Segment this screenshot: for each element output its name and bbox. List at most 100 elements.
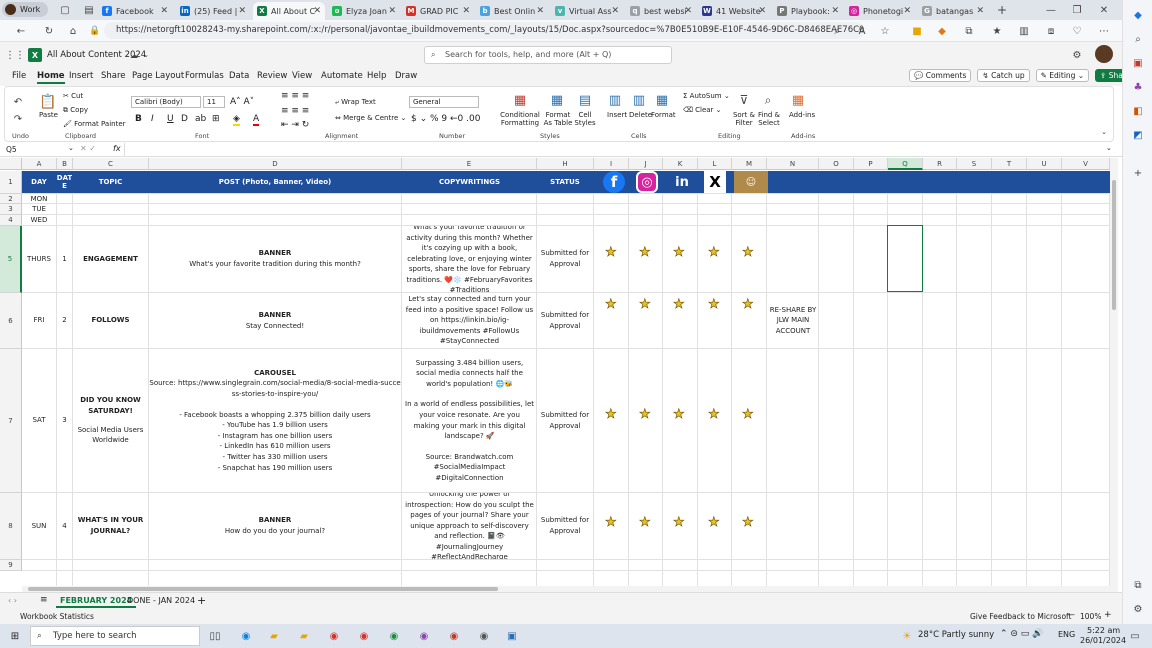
- zoom-out-icon[interactable]: —: [1066, 610, 1075, 620]
- app-launcher-icon[interactable]: ⋮⋮: [5, 48, 25, 62]
- underline-button[interactable]: U: [167, 114, 174, 124]
- title-chevron-icon[interactable]: ⌄: [141, 49, 151, 61]
- italic-button[interactable]: I: [151, 114, 154, 124]
- column-header-N[interactable]: N: [767, 158, 819, 170]
- cell-styles-icon[interactable]: ▤: [575, 91, 595, 109]
- column-header-C[interactable]: C: [73, 158, 149, 170]
- browser-tab-5[interactable]: b Best Onlin ✕: [476, 2, 548, 20]
- split-screen-icon[interactable]: ▥: [1017, 24, 1031, 38]
- zoom-in-icon[interactable]: +: [1104, 610, 1112, 620]
- menu-automate[interactable]: Automate: [321, 71, 363, 81]
- zoom-icon[interactable]: ⌕: [830, 24, 844, 38]
- minimize-icon[interactable]: —: [1044, 3, 1058, 17]
- workbook-statistics[interactable]: Workbook Statistics: [20, 612, 94, 621]
- home-icon[interactable]: ⌂: [66, 24, 80, 38]
- tab-close-icon[interactable]: ✕: [160, 6, 168, 16]
- menu-review[interactable]: Review: [257, 71, 287, 81]
- clear-button[interactable]: ⌫ Clear ⌄: [683, 106, 722, 114]
- favorites-icon[interactable]: ★: [990, 24, 1004, 38]
- tab-close-icon[interactable]: ✕: [388, 6, 396, 16]
- row-header-7[interactable]: 7: [0, 349, 22, 493]
- paste-icon[interactable]: 📋: [39, 92, 57, 112]
- browser-tab-9[interactable]: P Playbook: ✕: [773, 2, 843, 20]
- new-tab-button[interactable]: +: [995, 3, 1009, 17]
- tab-actions-icon[interactable]: ▤: [82, 3, 96, 17]
- number-format-icons[interactable]: $ ⌄ % 9 ←0 .00: [411, 114, 480, 124]
- column-header-U[interactable]: U: [1027, 158, 1062, 170]
- tab-close-icon[interactable]: ✕: [976, 6, 984, 16]
- browser-tab-8[interactable]: W 41 Website ✕: [698, 2, 770, 20]
- formula-expand-icon[interactable]: ⌄: [1106, 144, 1112, 152]
- tab-close-icon[interactable]: ✕: [758, 6, 766, 16]
- format-cells-button[interactable]: Format: [651, 111, 676, 119]
- double-underline-button[interactable]: D: [181, 114, 188, 124]
- browser-tab-10[interactable]: ◎ Phonetogi ✕: [845, 2, 915, 20]
- column-header-V[interactable]: V: [1062, 158, 1110, 170]
- menu-data[interactable]: Data: [229, 71, 249, 81]
- name-box[interactable]: Q5: [6, 145, 66, 154]
- url-field[interactable]: https://netorgft10028243-my.sharepoint.c…: [104, 22, 864, 39]
- clock-date[interactable]: 26/01/2024: [1080, 636, 1126, 645]
- favorite-icon[interactable]: ☆: [878, 24, 892, 38]
- column-header-A[interactable]: A: [22, 158, 57, 170]
- align-top-icon[interactable]: ≡ ≡ ≡: [281, 91, 309, 101]
- column-header-E[interactable]: E: [402, 158, 537, 170]
- conditional-formatting-button[interactable]: Conditional Formatting: [499, 111, 541, 127]
- row-header-6[interactable]: 6: [0, 293, 22, 349]
- row-header-8[interactable]: 8: [0, 493, 22, 560]
- cut-button[interactable]: ✂ Cut: [63, 92, 83, 100]
- ribbon-collapse-icon[interactable]: ⌄: [1099, 127, 1109, 137]
- menu-insert[interactable]: Insert: [69, 71, 93, 81]
- column-header-P[interactable]: P: [854, 158, 888, 170]
- column-header-D[interactable]: D: [149, 158, 402, 170]
- column-header-R[interactable]: R: [923, 158, 957, 170]
- wrap-text-button[interactable]: ⤶ Wrap Text: [335, 98, 376, 107]
- delete-cells-icon[interactable]: ▥: [629, 91, 649, 109]
- chrome-3-icon[interactable]: ◉: [386, 628, 402, 644]
- sort-filter-button[interactable]: Sort & Filter: [731, 111, 757, 127]
- file-explorer-icon[interactable]: ▰: [266, 628, 282, 644]
- redo-icon[interactable]: ↷: [11, 112, 25, 126]
- font-name-select[interactable]: Calibri (Body): [131, 96, 201, 108]
- all-sheets-icon[interactable]: ≡: [40, 595, 48, 605]
- notification-app-icon[interactable]: ◉: [446, 628, 462, 644]
- sheet-tab-jan[interactable]: DONE - JAN 2024: [127, 596, 195, 605]
- select-all-corner[interactable]: [0, 158, 22, 170]
- tab-close-icon[interactable]: ✕: [831, 6, 839, 16]
- browser-tab-3[interactable]: o Elyza Joan ✕: [328, 2, 400, 20]
- games-icon[interactable]: ♣: [1131, 80, 1145, 94]
- tray-icons[interactable]: ⌃ ⊝ ▭ 🔊: [1000, 629, 1043, 639]
- column-header-B[interactable]: B: [57, 158, 73, 170]
- merge-centre-button[interactable]: ⇔ Merge & Centre ⌄: [335, 114, 406, 122]
- workspaces-icon[interactable]: ▢: [58, 3, 72, 17]
- font-color-button[interactable]: A: [253, 114, 260, 126]
- vertical-scroll-thumb[interactable]: [1112, 180, 1116, 310]
- edge-taskbar-icon[interactable]: ◉: [238, 628, 254, 644]
- copy-button[interactable]: ⧉ Copy: [63, 106, 88, 115]
- tab-close-icon[interactable]: ✕: [238, 6, 246, 16]
- menu-view[interactable]: View: [292, 71, 312, 81]
- tab-close-icon[interactable]: ✕: [903, 6, 911, 16]
- align-left-icon[interactable]: ≡ ≡ ≡: [281, 106, 309, 116]
- browser-essentials-icon[interactable]: ♡: [1070, 24, 1084, 38]
- shopping-icon[interactable]: ▣: [1131, 56, 1145, 70]
- browser-tab-4[interactable]: M GRAD PIC ✕: [402, 2, 474, 20]
- close-window-icon[interactable]: ✕: [1097, 3, 1111, 17]
- reload-icon[interactable]: ↻: [42, 24, 56, 38]
- tab-close-icon[interactable]: ✕: [611, 6, 619, 16]
- tab-close-icon[interactable]: ✕: [684, 6, 692, 16]
- tab-close-icon[interactable]: ✕: [462, 6, 470, 16]
- menu-page-layout[interactable]: Page Layout: [132, 71, 184, 81]
- back-icon[interactable]: ←: [14, 24, 28, 38]
- app-icon[interactable]: ◉: [476, 628, 492, 644]
- grow-font-button[interactable]: A˄ A˅: [230, 97, 254, 107]
- menu-file[interactable]: File: [12, 71, 26, 81]
- collections-icon[interactable]: ⧈: [1044, 24, 1058, 38]
- read-aloud-icon[interactable]: A: [855, 24, 869, 38]
- format-as-table-button[interactable]: Format As Table: [542, 111, 574, 127]
- autosum-button[interactable]: Σ AutoSum ⌄: [683, 92, 730, 100]
- indent-icon[interactable]: ⇤ ⇥ ↻: [281, 120, 309, 130]
- settings-menu-icon[interactable]: ⋯: [1097, 24, 1111, 38]
- format-painter-button[interactable]: 🖌 Format Painter: [63, 120, 126, 128]
- app-2-icon[interactable]: ▣: [504, 628, 520, 644]
